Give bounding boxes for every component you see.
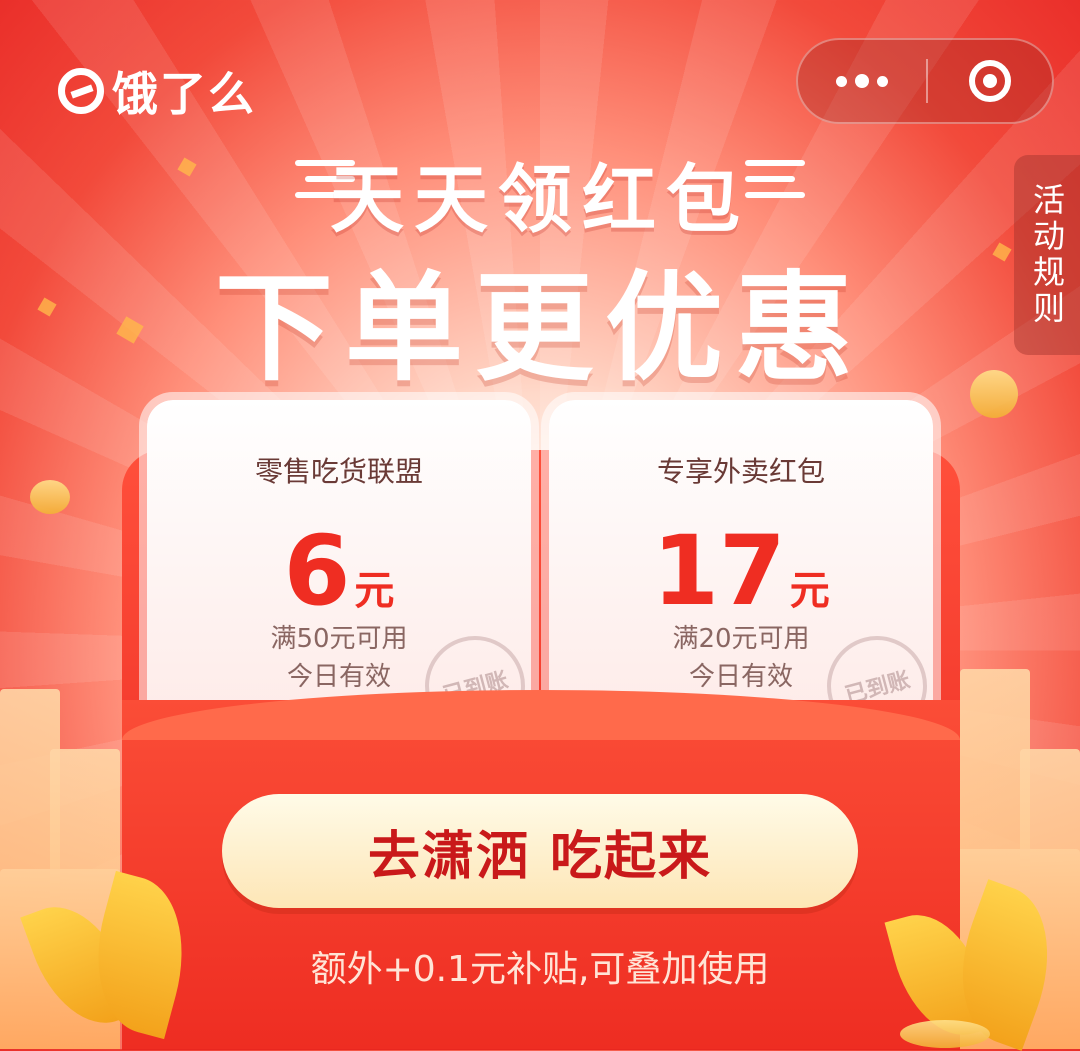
coupon-amount-value: 17 (652, 515, 786, 627)
coupon-amount: 17 元 (549, 515, 933, 627)
coupon-amount: 6元 (147, 515, 531, 627)
coupon-amount-unit: 元 (354, 568, 395, 614)
go-order-button[interactable]: 去潇洒 吃起来 (222, 794, 858, 908)
eleme-logo: 饿了么 (58, 58, 256, 124)
coupon-amount-value: 6 (283, 515, 351, 627)
mini-program-capsule (796, 38, 1054, 124)
mini-program-close-icon[interactable] (928, 40, 1052, 122)
eleme-logo-icon (58, 68, 104, 114)
brand-name: 饿了么 (112, 67, 256, 121)
more-dots-icon[interactable] (798, 40, 926, 122)
headline-line1: 天天领红包 (330, 157, 750, 243)
coupon-title: 零售吃货联盟 (254, 455, 423, 488)
coupon-amount-unit: 元 (789, 568, 830, 614)
headline-line2: 下单更优惠 (214, 259, 865, 397)
coin-decoration (30, 480, 70, 514)
coin-decoration (900, 1020, 990, 1048)
coupon-title: 专享外卖红包 (656, 455, 825, 488)
